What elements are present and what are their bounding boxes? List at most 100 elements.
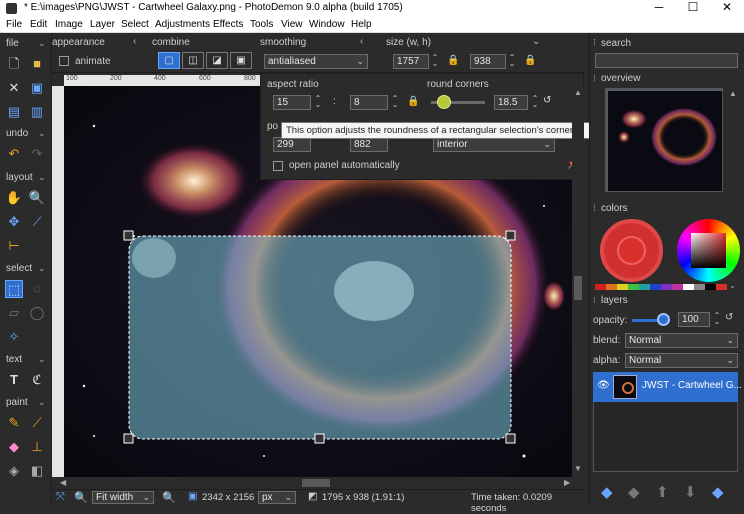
typography-icon[interactable]: ℭ	[28, 371, 46, 389]
horizontal-scrollbar[interactable]: ◀ ▶	[52, 477, 584, 489]
maximize-button[interactable]: ☐	[676, 0, 710, 17]
close-x-icon[interactable]: ✕	[5, 79, 23, 97]
panel-collapse-icon[interactable]: ⁝	[593, 73, 596, 84]
smoothing-dropdown[interactable]: antialiased ⌄	[264, 54, 368, 69]
width-input[interactable]: 1757	[393, 54, 429, 69]
export-icon[interactable]: ▥	[28, 103, 46, 121]
eyedropper-icon[interactable]: ⟋	[28, 213, 46, 231]
menu-tools[interactable]: Tools	[250, 19, 273, 30]
layer-row[interactable]: 👁 JWST - Cartwheel G...	[593, 372, 742, 402]
save-icon[interactable]: ▣	[28, 79, 46, 97]
blend-dropdown[interactable]: Normal ⌄	[625, 333, 738, 348]
menu-image[interactable]: Image	[55, 19, 83, 30]
hand-icon[interactable]: ✋	[5, 189, 23, 207]
reset-icon[interactable]: ↺	[725, 312, 733, 323]
scroll-thumb[interactable]	[302, 479, 330, 487]
zoom-in-icon[interactable]: 🔍	[162, 491, 176, 504]
overview-thumbnail[interactable]	[605, 88, 723, 192]
position-x-input[interactable]: 299	[273, 137, 311, 152]
chevron-down-icon[interactable]: ⌄	[729, 281, 736, 290]
height-spinner[interactable]: ⌃ ⌄	[508, 54, 516, 68]
panel-collapse-icon[interactable]: ⁝	[593, 203, 596, 214]
zoom-dropdown[interactable]: Fit width ⌄	[92, 491, 154, 504]
move-icon[interactable]: ✥	[5, 213, 23, 231]
scroll-up-icon[interactable]: ▲	[574, 88, 582, 97]
hue-wheel[interactable]	[677, 219, 740, 282]
reset-icon[interactable]: ↺	[543, 95, 551, 106]
primary-color-swatch[interactable]	[617, 236, 646, 265]
merge-layers-icon[interactable]: ◆	[712, 483, 724, 501]
chevron-left-icon[interactable]: ‹	[360, 36, 363, 47]
chevron-down-icon[interactable]: ⌄	[38, 38, 46, 49]
combine-intersect-icon[interactable]: ▣	[230, 52, 252, 69]
aspect-b-spinner[interactable]: ⌃ ⌄	[391, 95, 399, 109]
opacity-spinner[interactable]: ⌃ ⌄	[713, 312, 721, 326]
menu-adjustments[interactable]: Adjustments	[155, 19, 210, 30]
menu-help[interactable]: Help	[351, 19, 372, 30]
open-folder-icon[interactable]: ■	[28, 55, 46, 73]
color-swatch-strip[interactable]	[595, 284, 727, 290]
rect-select-icon[interactable]: ⬚	[5, 280, 23, 298]
chevron-down-icon[interactable]: ⌄	[38, 172, 46, 183]
menu-effects[interactable]: Effects	[213, 19, 243, 30]
opacity-slider-thumb[interactable]	[657, 313, 670, 326]
aspect-b-input[interactable]: 8	[350, 95, 388, 110]
round-corners-spinner[interactable]: ⌃ ⌄	[531, 95, 539, 109]
close-button[interactable]: ✕	[710, 0, 744, 17]
menu-select[interactable]: Select	[121, 19, 149, 30]
pencil-icon[interactable]: ✎	[5, 414, 23, 432]
text-icon[interactable]: T	[5, 371, 23, 389]
vertical-scrollbar[interactable]: ▲ ▼	[572, 86, 584, 477]
chevron-down-icon[interactable]: ⌄	[38, 354, 46, 365]
primary-color-wheel[interactable]	[600, 219, 663, 282]
panel-collapse-icon[interactable]: ⁝	[593, 37, 596, 48]
scroll-thumb[interactable]	[574, 276, 582, 300]
lock-icon[interactable]: 🔒	[407, 96, 419, 107]
position-y-input[interactable]: 882	[350, 137, 388, 152]
scroll-up-icon[interactable]: ▲	[729, 89, 737, 98]
lock-icon[interactable]: 🔒	[447, 55, 459, 66]
chevron-down-icon[interactable]: ⌄	[38, 128, 46, 139]
eye-icon[interactable]: 👁	[597, 380, 610, 391]
combine-subtract-icon[interactable]: ◪	[206, 52, 228, 69]
position-mode-dropdown[interactable]: interior ⌄	[433, 137, 555, 152]
lasso-select-icon[interactable]: ◯	[28, 304, 46, 322]
add-layer-icon[interactable]: ◆	[601, 483, 613, 501]
chevron-left-icon[interactable]: ‹	[133, 36, 136, 47]
animate-checkbox[interactable]	[59, 56, 69, 66]
menu-view[interactable]: View	[281, 19, 303, 30]
zoom-icon[interactable]: 🔍	[28, 189, 46, 207]
new-file-icon[interactable]: 🗋	[5, 55, 23, 73]
move-layer-up-icon[interactable]: ⬆	[656, 483, 669, 501]
alpha-dropdown[interactable]: Normal ⌄	[625, 353, 738, 368]
scroll-left-icon[interactable]: ◀	[60, 478, 66, 487]
chevron-down-icon[interactable]: ⌄	[38, 263, 46, 274]
move-layer-down-icon[interactable]: ⬇	[684, 483, 697, 501]
ellipse-select-icon[interactable]: ◌	[28, 280, 46, 298]
brush-icon[interactable]: ⟋	[28, 414, 46, 432]
menu-edit[interactable]: Edit	[30, 19, 47, 30]
eraser-icon[interactable]: ◆	[5, 438, 23, 456]
chevron-down-icon[interactable]: ⌄	[532, 36, 540, 47]
combine-add-icon[interactable]: ◫	[182, 52, 204, 69]
height-input[interactable]: 938	[470, 54, 506, 69]
unit-dropdown[interactable]: px ⌄	[258, 491, 296, 504]
round-corners-slider-thumb[interactable]	[437, 95, 451, 109]
crop-icon[interactable]: ⊢	[5, 237, 23, 255]
aspect-a-spinner[interactable]: ⌃ ⌄	[314, 95, 322, 109]
gradient-icon[interactable]: ◧	[28, 462, 46, 480]
opacity-input[interactable]: 100	[678, 312, 710, 327]
menu-window[interactable]: Window	[309, 19, 345, 30]
open-panel-checkbox[interactable]	[273, 161, 283, 171]
duplicate-layer-icon[interactable]: ◆	[628, 483, 640, 501]
width-spinner[interactable]: ⌃ ⌄	[431, 54, 439, 68]
redo-icon[interactable]: ↷	[28, 145, 46, 163]
save-as-icon[interactable]: ▤	[5, 103, 23, 121]
line-select-icon[interactable]: ▱	[5, 304, 23, 322]
minimize-button[interactable]: ─	[642, 0, 676, 17]
fit-icon[interactable]: ⤧	[56, 491, 65, 504]
saturation-square[interactable]	[691, 233, 726, 268]
panel-collapse-icon[interactable]: ⁝	[593, 295, 596, 306]
combine-replace-icon[interactable]: ▢	[158, 52, 180, 69]
fill-bucket-icon[interactable]: ◈	[5, 462, 23, 480]
